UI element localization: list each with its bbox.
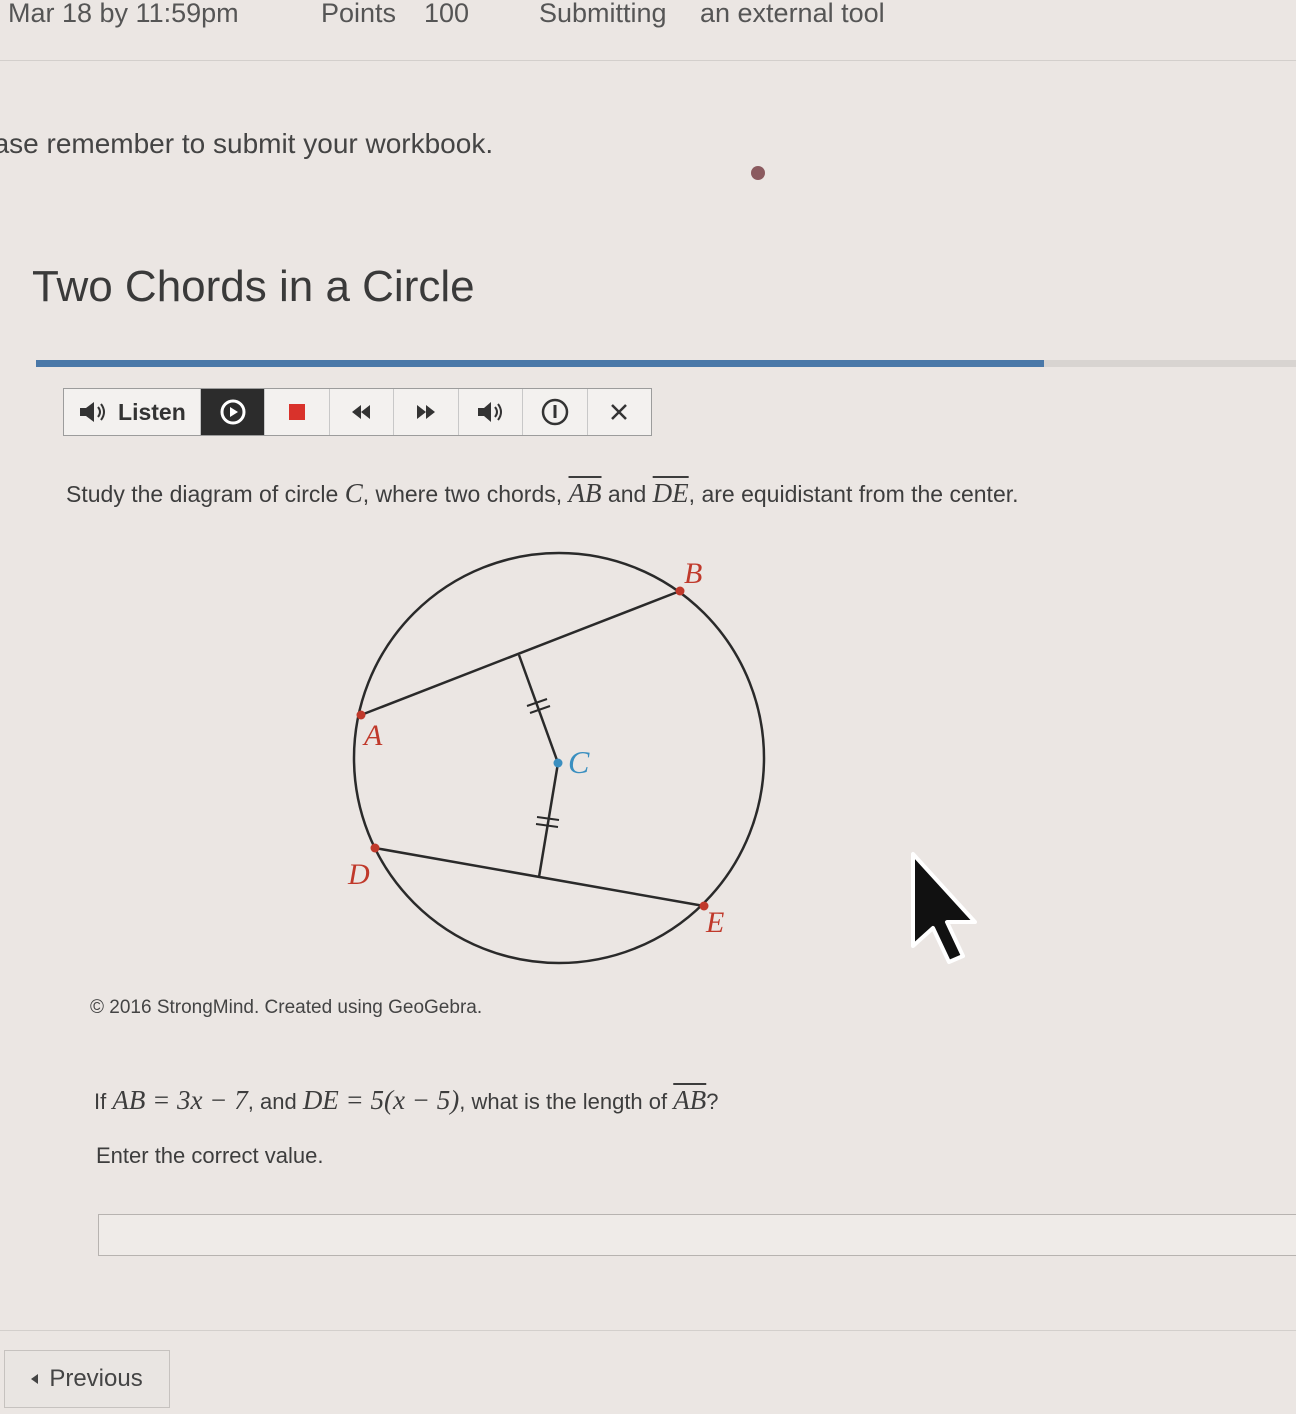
circle-outline (352, 551, 766, 965)
problem-if: If (94, 1089, 113, 1114)
point-d (370, 843, 380, 853)
answer-input[interactable] (98, 1214, 1296, 1256)
label-c: C (568, 744, 590, 780)
caret-left-icon (31, 1374, 39, 1384)
listen-label: Listen (118, 398, 186, 425)
rewind-button[interactable] (330, 389, 395, 435)
question-mid1: , where two chords, (362, 481, 569, 507)
problem-and: , and (247, 1089, 303, 1114)
fast-forward-icon (416, 405, 435, 419)
previous-button[interactable]: Previous (4, 1350, 170, 1408)
equation-de: DE = 5(x − 5) (302, 1085, 460, 1115)
page-title: Two Chords in a Circle (32, 262, 475, 311)
circle-diagram: A B C D E (347, 551, 766, 965)
replay-button[interactable] (200, 389, 266, 435)
divider (0, 60, 1296, 61)
close-icon (611, 404, 628, 420)
equation-ab: AB = 3x − 7 (112, 1085, 248, 1115)
chord-de: DE (652, 478, 689, 508)
copyright-notice: © 2016 StrongMind. Created using GeoGebr… (90, 997, 483, 1018)
stop-button[interactable] (265, 389, 330, 435)
due-date: Mar 18 by 11:59pm (8, 0, 239, 28)
progress-fill (36, 360, 1044, 367)
points-label: Points (321, 0, 397, 28)
divider-bottom (0, 1330, 1296, 1331)
target-segment: AB (673, 1085, 707, 1115)
question-prefix: Study the diagram of circle (66, 481, 345, 507)
workbook-notice: ease remember to submit your workbook. (0, 128, 494, 159)
point-c (553, 758, 563, 768)
read-aloud-toolbar: Listen (63, 388, 652, 436)
speaker-icon (80, 402, 106, 422)
screen-smudge (751, 166, 765, 180)
question-mid2: and (601, 481, 653, 507)
chord-ab: AB (568, 478, 602, 508)
volume-icon (478, 402, 503, 422)
points-value: 100 (424, 0, 470, 28)
question-text: Study the diagram of circle C, where two… (66, 478, 1019, 509)
circle-name: C (344, 478, 363, 508)
problem-text: If AB = 3x − 7, and DE = 5(x − 5), what … (94, 1085, 719, 1116)
lesson-progress-bar (36, 360, 1296, 367)
close-button[interactable] (588, 389, 651, 435)
question-suffix: , are equidistant from the center. (688, 481, 1019, 507)
label-d: D (347, 858, 370, 891)
submitting-value: an external tool (700, 0, 885, 28)
problem-ask: , what is the length of (459, 1089, 674, 1114)
info-icon (541, 398, 569, 426)
previous-label: Previous (49, 1365, 143, 1392)
instructions: Enter the correct value. (96, 1143, 324, 1168)
listen-button[interactable]: Listen (64, 389, 201, 435)
label-e: E (705, 906, 724, 939)
label-a: A (362, 719, 383, 752)
mouse-cursor-icon (911, 852, 977, 964)
submitting-label: Submitting (539, 0, 667, 28)
volume-button[interactable] (459, 389, 524, 435)
stop-icon (289, 404, 305, 420)
label-b: B (684, 557, 702, 590)
replay-icon (220, 399, 246, 425)
fast-forward-button[interactable] (394, 389, 459, 435)
info-button[interactable] (523, 389, 588, 435)
problem-end: ? (706, 1089, 719, 1114)
rewind-icon (352, 405, 371, 419)
chord-ab-line (360, 589, 681, 717)
